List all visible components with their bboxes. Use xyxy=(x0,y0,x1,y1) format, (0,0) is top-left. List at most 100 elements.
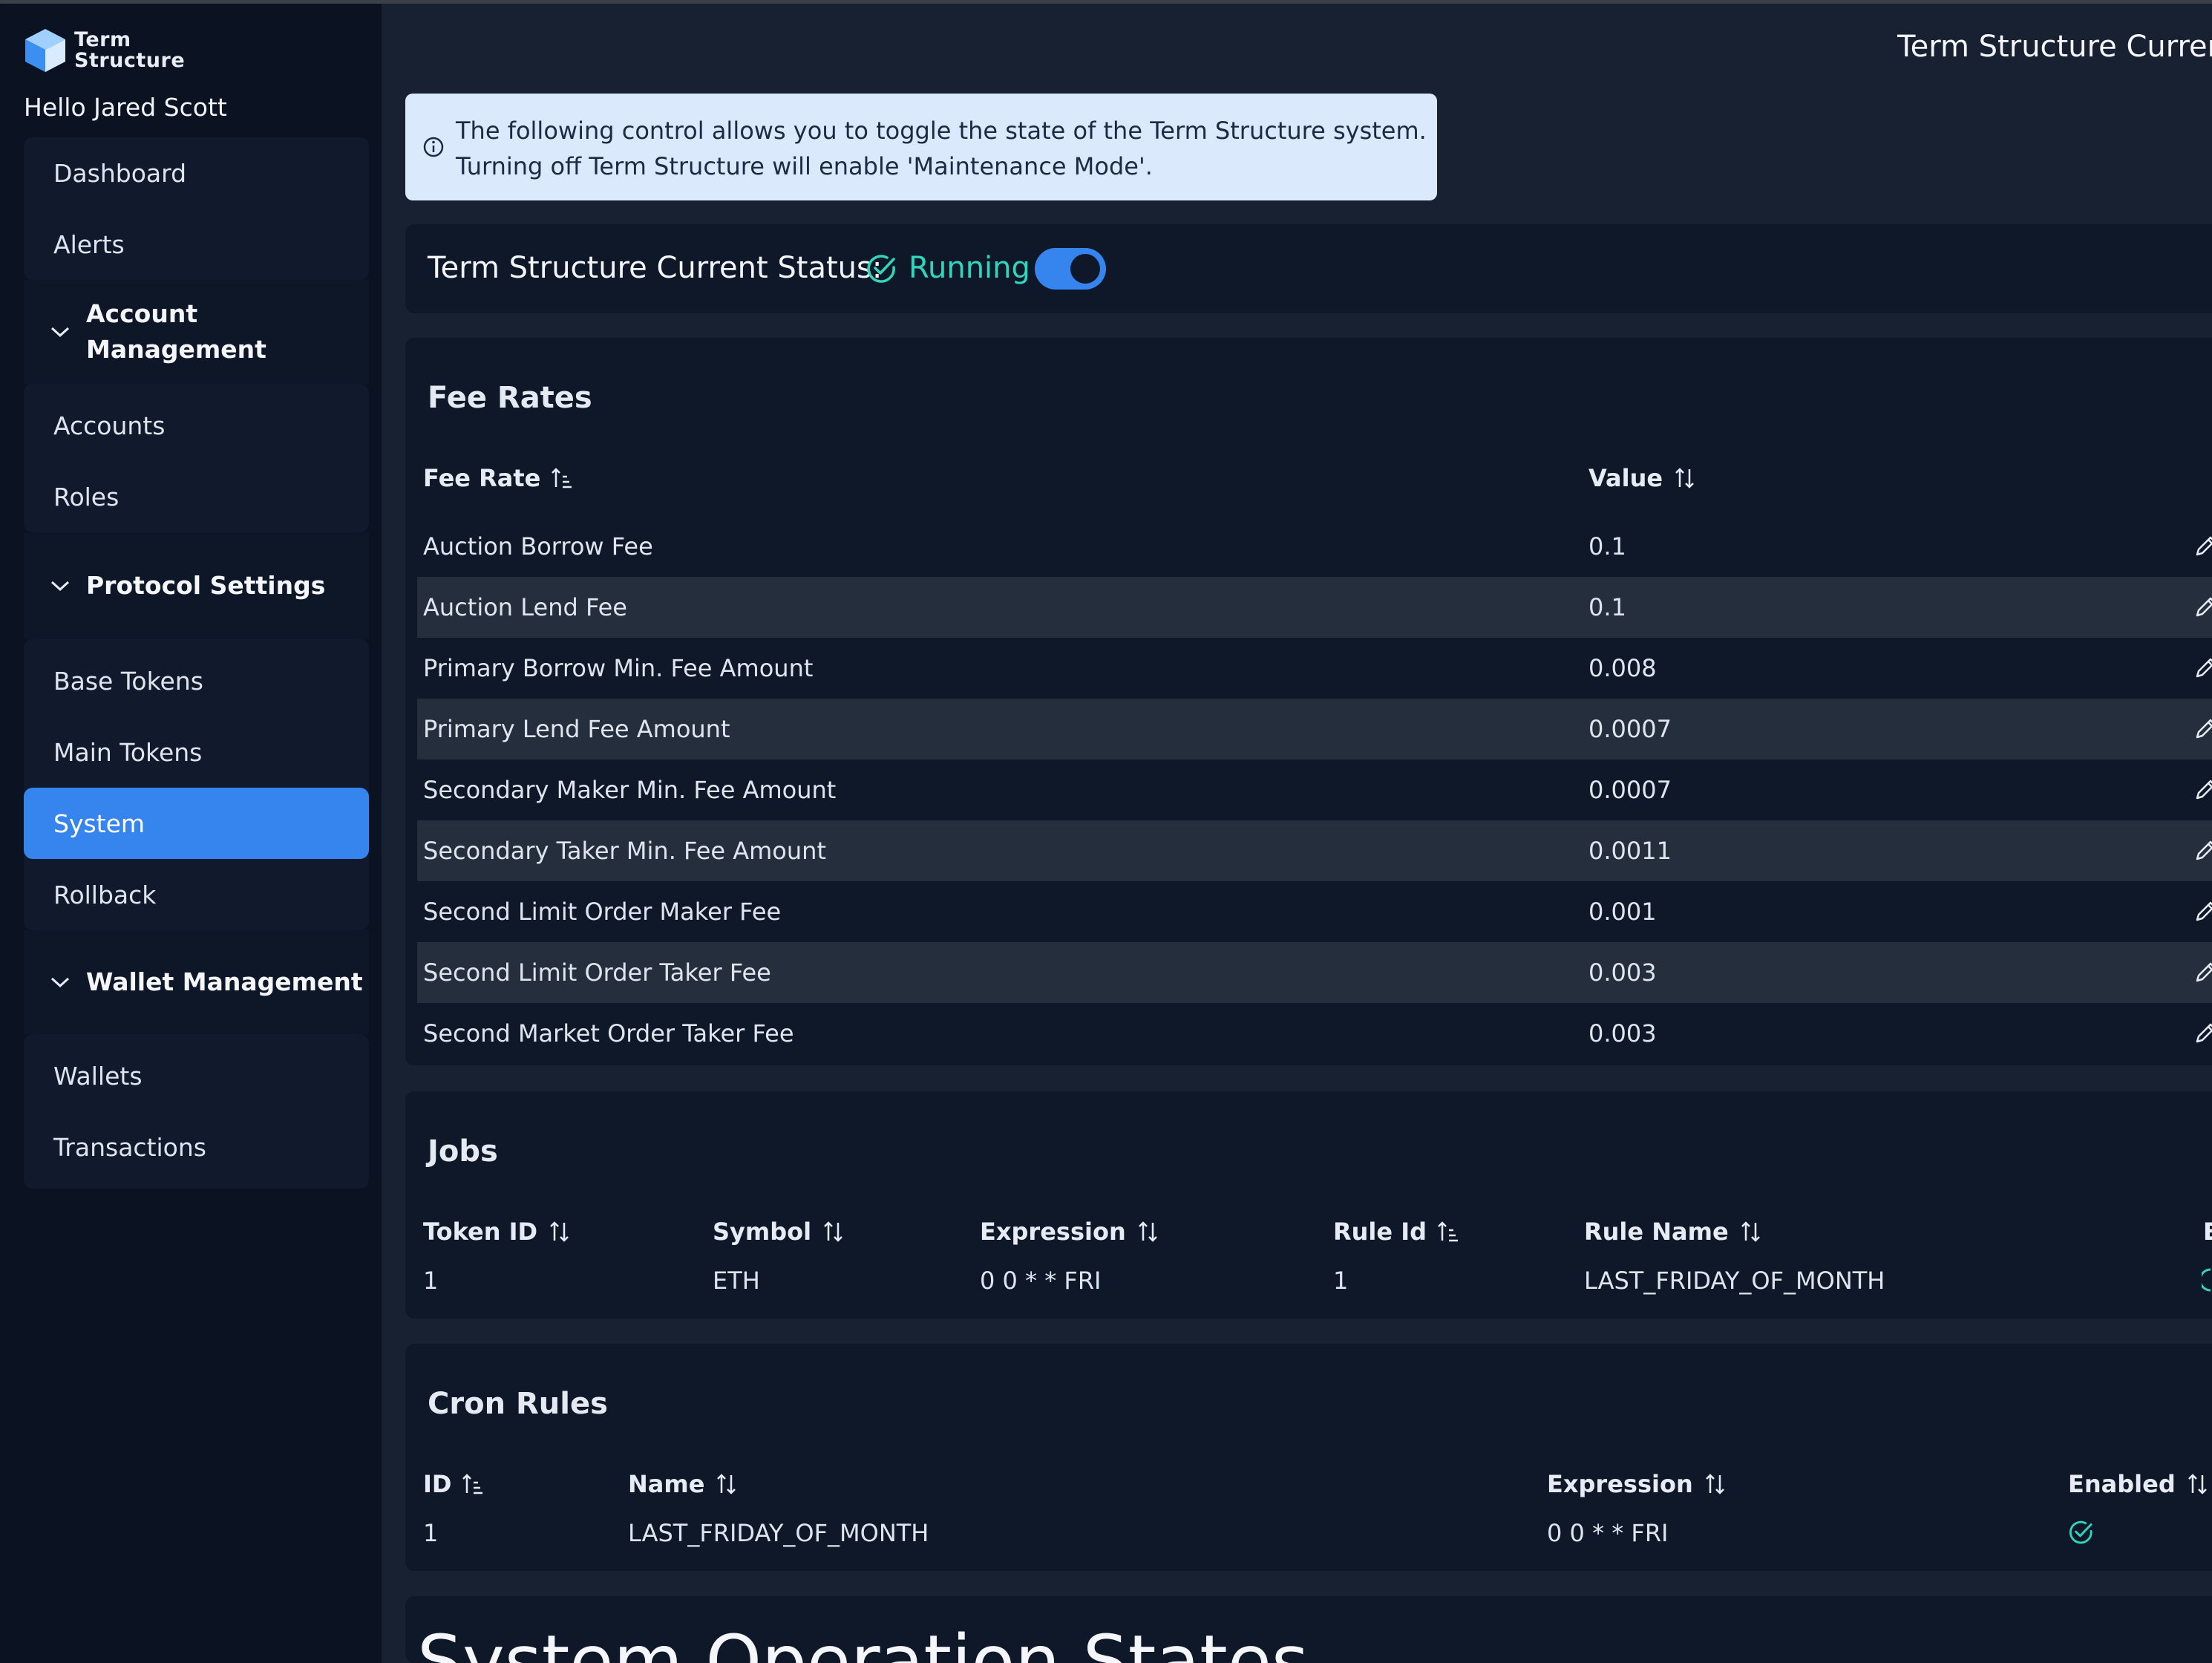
sidebar-section-label: Account Management xyxy=(86,299,266,364)
status-value: Running xyxy=(909,251,1030,285)
sort-icon xyxy=(2188,1474,2207,1494)
sidebar-section-label: Protocol Settings xyxy=(86,571,326,600)
edit-button[interactable] xyxy=(2193,534,2212,559)
edit-button[interactable] xyxy=(2193,656,2212,681)
system-toggle[interactable] xyxy=(1035,248,1106,290)
fee-rate-name: Primary Borrow Min. Fee Amount xyxy=(423,654,814,682)
brand-line-2: Structure xyxy=(74,49,186,72)
sidebar-item-system[interactable]: System xyxy=(24,788,369,859)
sidebar-item-label: Alerts xyxy=(53,229,125,259)
fee-rate-value: 0.0007 xyxy=(1588,715,1672,743)
nav-group-wallet: Wallets Transactions xyxy=(24,1034,369,1189)
edit-button[interactable] xyxy=(2193,1021,2212,1046)
sort-ascending-icon xyxy=(1438,1221,1459,1242)
fee-rate-value: 0.0007 xyxy=(1588,776,1672,804)
sidebar-item-main-tokens[interactable]: Main Tokens xyxy=(24,716,369,788)
nav-group-top: Dashboard Alerts xyxy=(24,137,369,280)
cube-logo-icon xyxy=(25,29,65,72)
sidebar-item-rollback[interactable]: Rollback xyxy=(24,859,369,930)
fee-rate-name: Secondary Taker Min. Fee Amount xyxy=(423,837,826,865)
sidebar-item-wallets[interactable]: Wallets xyxy=(24,1040,369,1111)
sort-ascending-icon xyxy=(552,468,572,489)
column-header-expression[interactable]: Expression xyxy=(1547,1470,1727,1498)
column-header-rule-name[interactable]: Rule Name xyxy=(1584,1218,1763,1246)
sidebar-item-accounts[interactable]: Accounts xyxy=(24,390,369,461)
fee-rate-value: 0.008 xyxy=(1588,654,1657,682)
table-row: Second Market Order Taker Fee 0.003 xyxy=(417,1003,2212,1064)
pencil-icon xyxy=(2196,780,2212,800)
user-greeting: Hello Jared Scott xyxy=(24,93,227,122)
fee-rate-name: Secondary Maker Min. Fee Amount xyxy=(423,776,837,804)
pencil-icon xyxy=(2196,962,2212,982)
column-header-fee-rate[interactable]: Fee Rate xyxy=(423,464,573,492)
sidebar-item-transactions[interactable]: Transactions xyxy=(24,1111,369,1183)
column-header-name[interactable]: Name xyxy=(628,1470,739,1498)
column-header-symbol[interactable]: Symbol xyxy=(713,1218,845,1246)
pencil-icon xyxy=(2196,536,2212,556)
edit-button[interactable] xyxy=(2193,716,2212,742)
sidebar-item-base-tokens[interactable]: Base Tokens xyxy=(24,645,369,716)
column-header-label: Name xyxy=(628,1470,705,1498)
brand-line-1: Term xyxy=(74,28,131,51)
sort-icon xyxy=(717,1474,736,1494)
cron-expression: 0 0 * * FRI xyxy=(1547,1519,1669,1547)
nav-group-account: Accounts Roles xyxy=(24,384,369,532)
chevron-down-icon xyxy=(50,580,76,592)
sidebar-section-wallet-management[interactable]: Wallet Management xyxy=(24,930,369,1034)
chevron-down-icon xyxy=(50,326,76,338)
fee-rate-name: Auction Lend Fee xyxy=(423,593,627,621)
sidebar-section-account-management[interactable]: Account Management xyxy=(24,280,369,384)
sidebar-nav: Dashboard Alerts Account Management Acco… xyxy=(24,137,369,1189)
chevron-down-icon xyxy=(50,976,76,988)
table-row: Primary Lend Fee Amount 0.0007 xyxy=(417,699,2212,759)
sidebar-item-dashboard[interactable]: Dashboard xyxy=(24,137,369,209)
edit-button[interactable] xyxy=(2193,899,2212,924)
sort-ascending-icon xyxy=(462,1474,483,1494)
table-row: Secondary Maker Min. Fee Amount 0.0007 xyxy=(417,759,2212,820)
sidebar-item-roles[interactable]: Roles xyxy=(24,461,369,532)
edit-button[interactable] xyxy=(2193,838,2212,863)
sidebar-item-label: Wallets xyxy=(53,1061,143,1091)
brand-logo[interactable]: Term Structure xyxy=(24,27,185,73)
column-header-label: Expression xyxy=(980,1218,1126,1246)
column-header-id[interactable]: ID xyxy=(423,1470,484,1498)
table-row: Second Limit Order Maker Fee 0.001 xyxy=(417,881,2212,942)
table-row: Auction Borrow Fee 0.1 xyxy=(417,516,2212,577)
fee-rate-name: Auction Borrow Fee xyxy=(423,532,653,561)
column-header-expression[interactable]: Expression xyxy=(980,1218,1160,1246)
column-header-rule-id[interactable]: Rule Id xyxy=(1333,1218,1459,1246)
column-header-label: ID xyxy=(423,1470,452,1498)
pencil-icon xyxy=(2196,840,2212,860)
edit-button[interactable] xyxy=(2193,595,2212,620)
column-header-label: Enabled xyxy=(2068,1470,2176,1498)
fee-rate-name: Second Limit Order Taker Fee xyxy=(423,958,771,987)
sort-icon xyxy=(1138,1221,1157,1242)
cron-rules-title: Cron Rules xyxy=(428,1387,608,1421)
sidebar-item-label: Roles xyxy=(53,482,120,512)
sidebar-item-label: Main Tokens xyxy=(53,737,203,767)
job-rule-name: LAST_FRIDAY_OF_MONTH xyxy=(1584,1267,1885,1295)
edit-button[interactable] xyxy=(2193,777,2212,803)
jobs-title: Jobs xyxy=(428,1134,498,1169)
job-token-id: 1 xyxy=(423,1267,439,1295)
column-header-token-id[interactable]: Token ID xyxy=(423,1218,572,1246)
page-title: Term Structure Current xyxy=(1897,30,2212,64)
info-line-2: Turning off Term Structure will enable '… xyxy=(456,152,1153,180)
sort-icon xyxy=(1675,468,1694,489)
sidebar-item-alerts[interactable]: Alerts xyxy=(24,209,369,280)
column-header-enabled[interactable]: Enabled xyxy=(2068,1470,2210,1498)
cron-id: 1 xyxy=(423,1519,439,1547)
column-header-partial[interactable]: E xyxy=(2203,1218,2212,1246)
table-row: Secondary Taker Min. Fee Amount 0.0011 xyxy=(417,820,2212,881)
column-header-label: Expression xyxy=(1547,1470,1693,1498)
sort-icon xyxy=(1741,1221,1760,1242)
edit-button[interactable] xyxy=(2193,960,2212,985)
pencil-icon xyxy=(2196,901,2212,921)
sort-icon xyxy=(824,1221,842,1242)
cron-name: LAST_FRIDAY_OF_MONTH xyxy=(628,1519,929,1547)
sidebar-section-protocol-settings[interactable]: Protocol Settings xyxy=(24,532,369,639)
column-header-value[interactable]: Value xyxy=(1588,464,1697,492)
table-row: Primary Borrow Min. Fee Amount 0.008 xyxy=(417,638,2212,699)
status-label: Term Structure Current Status: xyxy=(428,251,883,285)
info-icon xyxy=(423,137,444,157)
